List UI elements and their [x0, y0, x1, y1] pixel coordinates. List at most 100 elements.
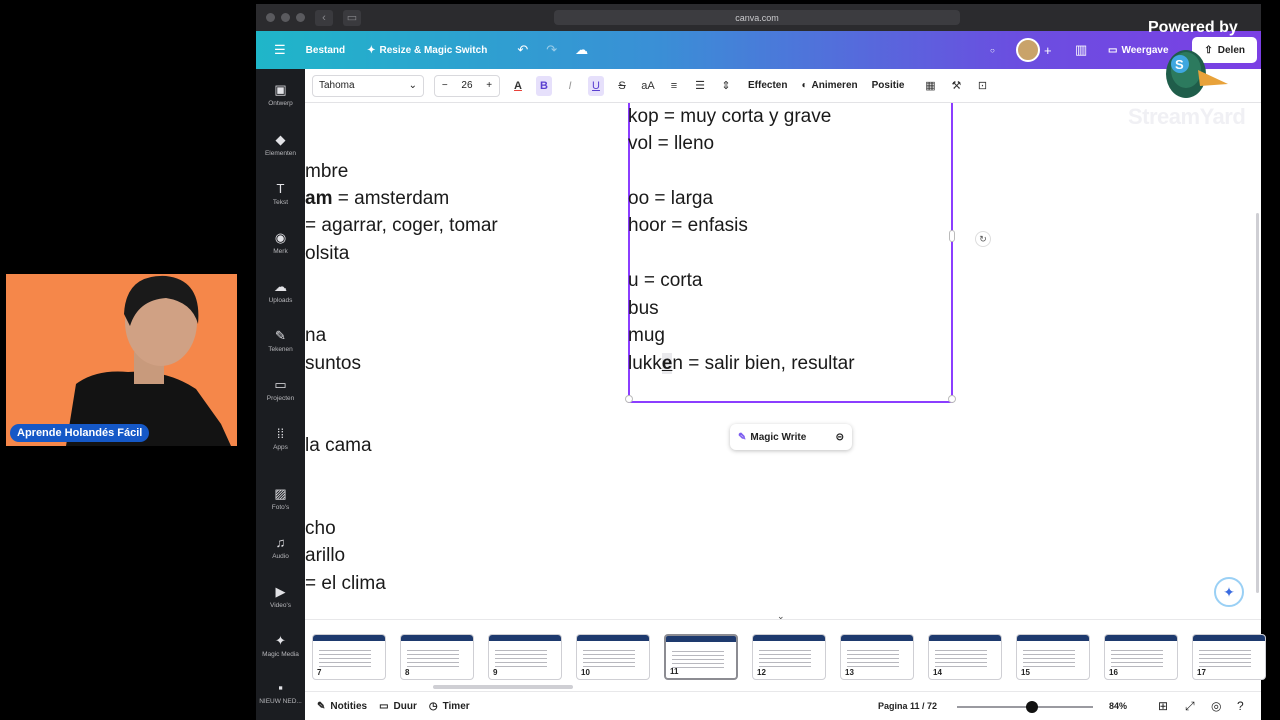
page-thumbnail[interactable]: 11 [664, 634, 738, 680]
thumbnail-number: 11 [670, 667, 679, 676]
transparency-icon[interactable]: ▦ [922, 76, 938, 96]
vertical-scrollbar[interactable] [1256, 213, 1259, 593]
lock-icon[interactable]: ⊡ [974, 76, 990, 96]
text-color-icon[interactable]: A [510, 76, 526, 96]
canvas-area[interactable]: mbre am = amsterdam = agarrar, coger, to… [305, 103, 1261, 615]
window-maximize-button[interactable] [296, 13, 305, 22]
page-thumbnail[interactable]: 17 [1192, 634, 1266, 680]
text-line[interactable]: mbre [305, 161, 348, 183]
text-line[interactable]: kop = muy corta y grave [628, 106, 831, 128]
font-size-value[interactable]: 26 [461, 80, 472, 91]
hamburger-icon[interactable]: ☰ [274, 42, 286, 58]
page-thumbnail[interactable]: 16 [1104, 634, 1178, 680]
spacing-icon[interactable]: ⇕ [718, 76, 734, 96]
design-page[interactable]: mbre am = amsterdam = agarrar, coger, to… [305, 103, 1253, 607]
page-thumbnail[interactable]: 7 [312, 634, 386, 680]
page-thumbnail[interactable]: 10 [576, 634, 650, 680]
help-icon[interactable]: ? [1237, 699, 1244, 713]
case-icon[interactable]: aA [640, 76, 656, 96]
page-thumbnail[interactable]: 12 [752, 634, 826, 680]
sidebar-toggle-icon[interactable]: ▭ [343, 9, 361, 26]
text-line[interactable]: hoor = enfasis [628, 215, 748, 237]
undo-icon[interactable]: ↶ [517, 42, 528, 58]
decrease-size-icon[interactable]: − [442, 80, 448, 91]
resize-handle[interactable] [948, 395, 956, 403]
text-line[interactable]: am = amsterdam [305, 188, 449, 210]
file-menu[interactable]: Bestand [306, 45, 345, 56]
link-icon[interactable]: ⊝ [836, 432, 844, 443]
magic-write-button[interactable]: ✎ Magic Write ⊝ [730, 424, 852, 450]
position-button[interactable]: Positie [872, 80, 905, 91]
text-line[interactable]: = el clima [305, 573, 386, 595]
fullscreen-icon[interactable]: ⤢ [1185, 699, 1195, 714]
sidebar-item-apps[interactable]: ⁞⁞ Apps [256, 427, 305, 452]
page-thumbnail[interactable]: 13 [840, 634, 914, 680]
sidebar-item-label: Uploads [268, 297, 293, 304]
strikethrough-icon[interactable]: S [614, 76, 630, 96]
text-line[interactable]: olsita [305, 243, 349, 265]
list-icon[interactable]: ☰ [692, 76, 708, 96]
sidebar-item-foto-s[interactable]: ▨ Foto's [256, 487, 305, 512]
italic-icon[interactable]: I [562, 76, 578, 96]
sidebar-item-uploads[interactable]: ☁ Uploads [256, 280, 305, 305]
url-bar[interactable]: canva.com [554, 10, 960, 25]
text-line[interactable]: cho [305, 518, 336, 540]
align-icon[interactable]: ≡ [666, 76, 682, 96]
zoom-level[interactable]: 84% [1109, 701, 1127, 711]
sidebar-item-ontwerp[interactable]: ▣ Ontwerp [256, 83, 305, 108]
cloud-sync-icon[interactable]: ☁ [575, 42, 588, 58]
redo-icon[interactable]: ↷ [546, 42, 557, 58]
sidebar-item-merk[interactable]: ◉ Merk [256, 231, 305, 256]
thumbnail-number: 16 [1109, 668, 1118, 677]
window-minimize-button[interactable] [281, 13, 290, 22]
text-line[interactable]: bus [628, 298, 659, 320]
text-line[interactable]: lukken = salir bien, resultar [628, 353, 855, 375]
window-close-button[interactable] [266, 13, 275, 22]
sidebar-item-nieuw-ned[interactable]: ▪ NIEUW NED... [256, 681, 305, 706]
strip-scrollbar[interactable] [433, 685, 573, 689]
avatar[interactable] [1016, 38, 1040, 62]
sidebar-item-tekenen[interactable]: ✎ Tekenen [256, 329, 305, 354]
resize-button[interactable]: ✦ Resize & Magic Switch [367, 45, 487, 56]
animate-button[interactable]: ◐ Animeren [801, 80, 857, 91]
page-thumbnail[interactable]: 14 [928, 634, 1002, 680]
sidebar-item-projecten[interactable]: ▭ Projecten [256, 378, 305, 403]
page-thumbnail[interactable]: 9 [488, 634, 562, 680]
effects-button[interactable]: Effecten [748, 80, 787, 91]
text-line[interactable]: arillo [305, 545, 345, 567]
check-icon[interactable]: ◎ [1211, 699, 1221, 713]
font-family-select[interactable]: Tahoma ⌄ [312, 74, 424, 97]
text-line[interactable]: la cama [305, 435, 372, 457]
bold-icon[interactable]: B [536, 75, 552, 96]
back-icon[interactable]: ‹ [315, 9, 333, 26]
page-thumbnail[interactable]: 15 [1016, 634, 1090, 680]
text-line[interactable]: na [305, 325, 326, 347]
resize-handle[interactable] [949, 230, 955, 242]
resize-handle[interactable] [625, 395, 633, 403]
text-line[interactable]: suntos [305, 353, 361, 375]
rotate-icon[interactable]: ↻ [975, 231, 991, 247]
text-line[interactable]: u = corta [628, 270, 702, 292]
sidebar-item-elementen[interactable]: ◆ Elementen [256, 133, 305, 158]
assistant-sparkle-icon[interactable]: ✦ [1214, 577, 1244, 607]
text-line[interactable]: = agarrar, coger, tomar [305, 215, 498, 237]
duration-button[interactable]: ▭ Duur [379, 701, 417, 712]
zoom-slider-knob[interactable] [1025, 701, 1038, 713]
paint-roller-icon[interactable]: ⚒ [948, 76, 964, 96]
text-line[interactable]: mug [628, 325, 665, 347]
underline-icon[interactable]: U [588, 75, 604, 96]
sidebar-item-magic-media[interactable]: ✦ Magic Media [256, 634, 305, 659]
increase-size-icon[interactable]: + [486, 80, 492, 91]
notes-button[interactable]: ✎ Notities [317, 701, 367, 712]
grid-view-icon[interactable]: ⊞ [1158, 699, 1168, 713]
insights-icon[interactable]: ▥ [1075, 42, 1087, 58]
sidebar-item-video-s[interactable]: ▶ Video's [256, 585, 305, 610]
timer-button[interactable]: ◷ Timer [429, 701, 470, 712]
text-line[interactable]: oo = larga [628, 188, 713, 210]
sidebar-item-audio[interactable]: ♫ Audio [256, 536, 305, 561]
add-collaborator-icon[interactable]: + [1044, 43, 1052, 58]
text-line[interactable]: vol = lleno [628, 133, 714, 155]
page-thumbnail[interactable]: 8 [400, 634, 474, 680]
sidebar-item-tekst[interactable]: T Tekst [256, 182, 305, 207]
font-size-stepper[interactable]: − 26 + [434, 74, 500, 97]
